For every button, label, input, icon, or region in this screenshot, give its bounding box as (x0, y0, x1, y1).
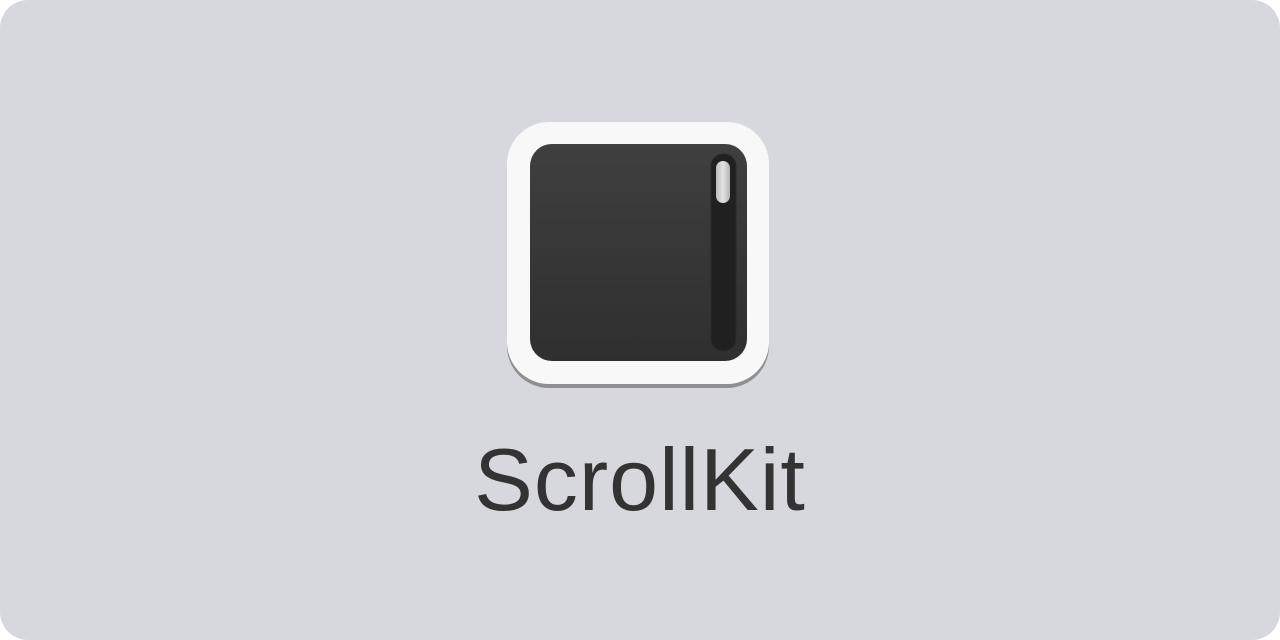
app-wordmark: ScrollKit (474, 430, 806, 529)
scrollkit-logo-icon (507, 122, 769, 388)
scroll-thumb (716, 161, 730, 203)
splash-card: ScrollKit (0, 0, 1280, 640)
